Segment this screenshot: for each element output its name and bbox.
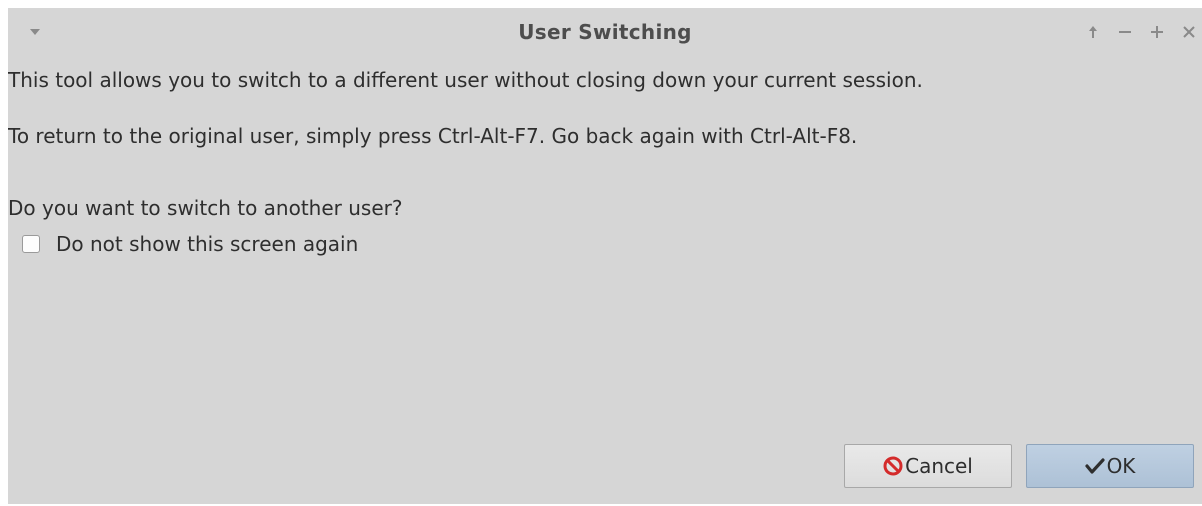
title-bar: User Switching <box>8 8 1202 56</box>
x-icon <box>1183 26 1195 38</box>
checkmark-icon <box>1084 457 1105 475</box>
instruction-text: To return to the original user, simply p… <box>8 124 858 148</box>
raise-button[interactable] <box>1082 20 1104 44</box>
maximize-button[interactable] <box>1146 20 1168 44</box>
no-entry-icon <box>883 456 903 476</box>
ok-button-label: OK <box>1106 454 1136 478</box>
window-controls <box>1082 20 1200 44</box>
ok-button[interactable]: OK <box>1026 444 1194 488</box>
do-not-show-again-checkbox-row[interactable]: Do not show this screen again <box>22 232 358 256</box>
minus-icon <box>1119 31 1131 33</box>
question-text: Do you want to switch to another user? <box>8 196 403 220</box>
cancel-button[interactable]: Cancel <box>844 444 1012 488</box>
user-switching-dialog: User Switching This tool allows you to s… <box>8 8 1202 504</box>
window-title: User Switching <box>518 20 692 44</box>
do-not-show-again-label: Do not show this screen again <box>56 232 359 256</box>
do-not-show-again-checkbox[interactable] <box>22 235 40 253</box>
dialog-content: This tool allows you to switch to a diff… <box>8 56 1202 504</box>
minimize-button[interactable] <box>1114 20 1136 44</box>
arrow-up-icon <box>1089 26 1097 38</box>
description-text: This tool allows you to switch to a diff… <box>8 68 923 92</box>
plus-icon <box>1151 26 1163 38</box>
cancel-button-label: Cancel <box>905 454 973 478</box>
close-button[interactable] <box>1178 20 1200 44</box>
